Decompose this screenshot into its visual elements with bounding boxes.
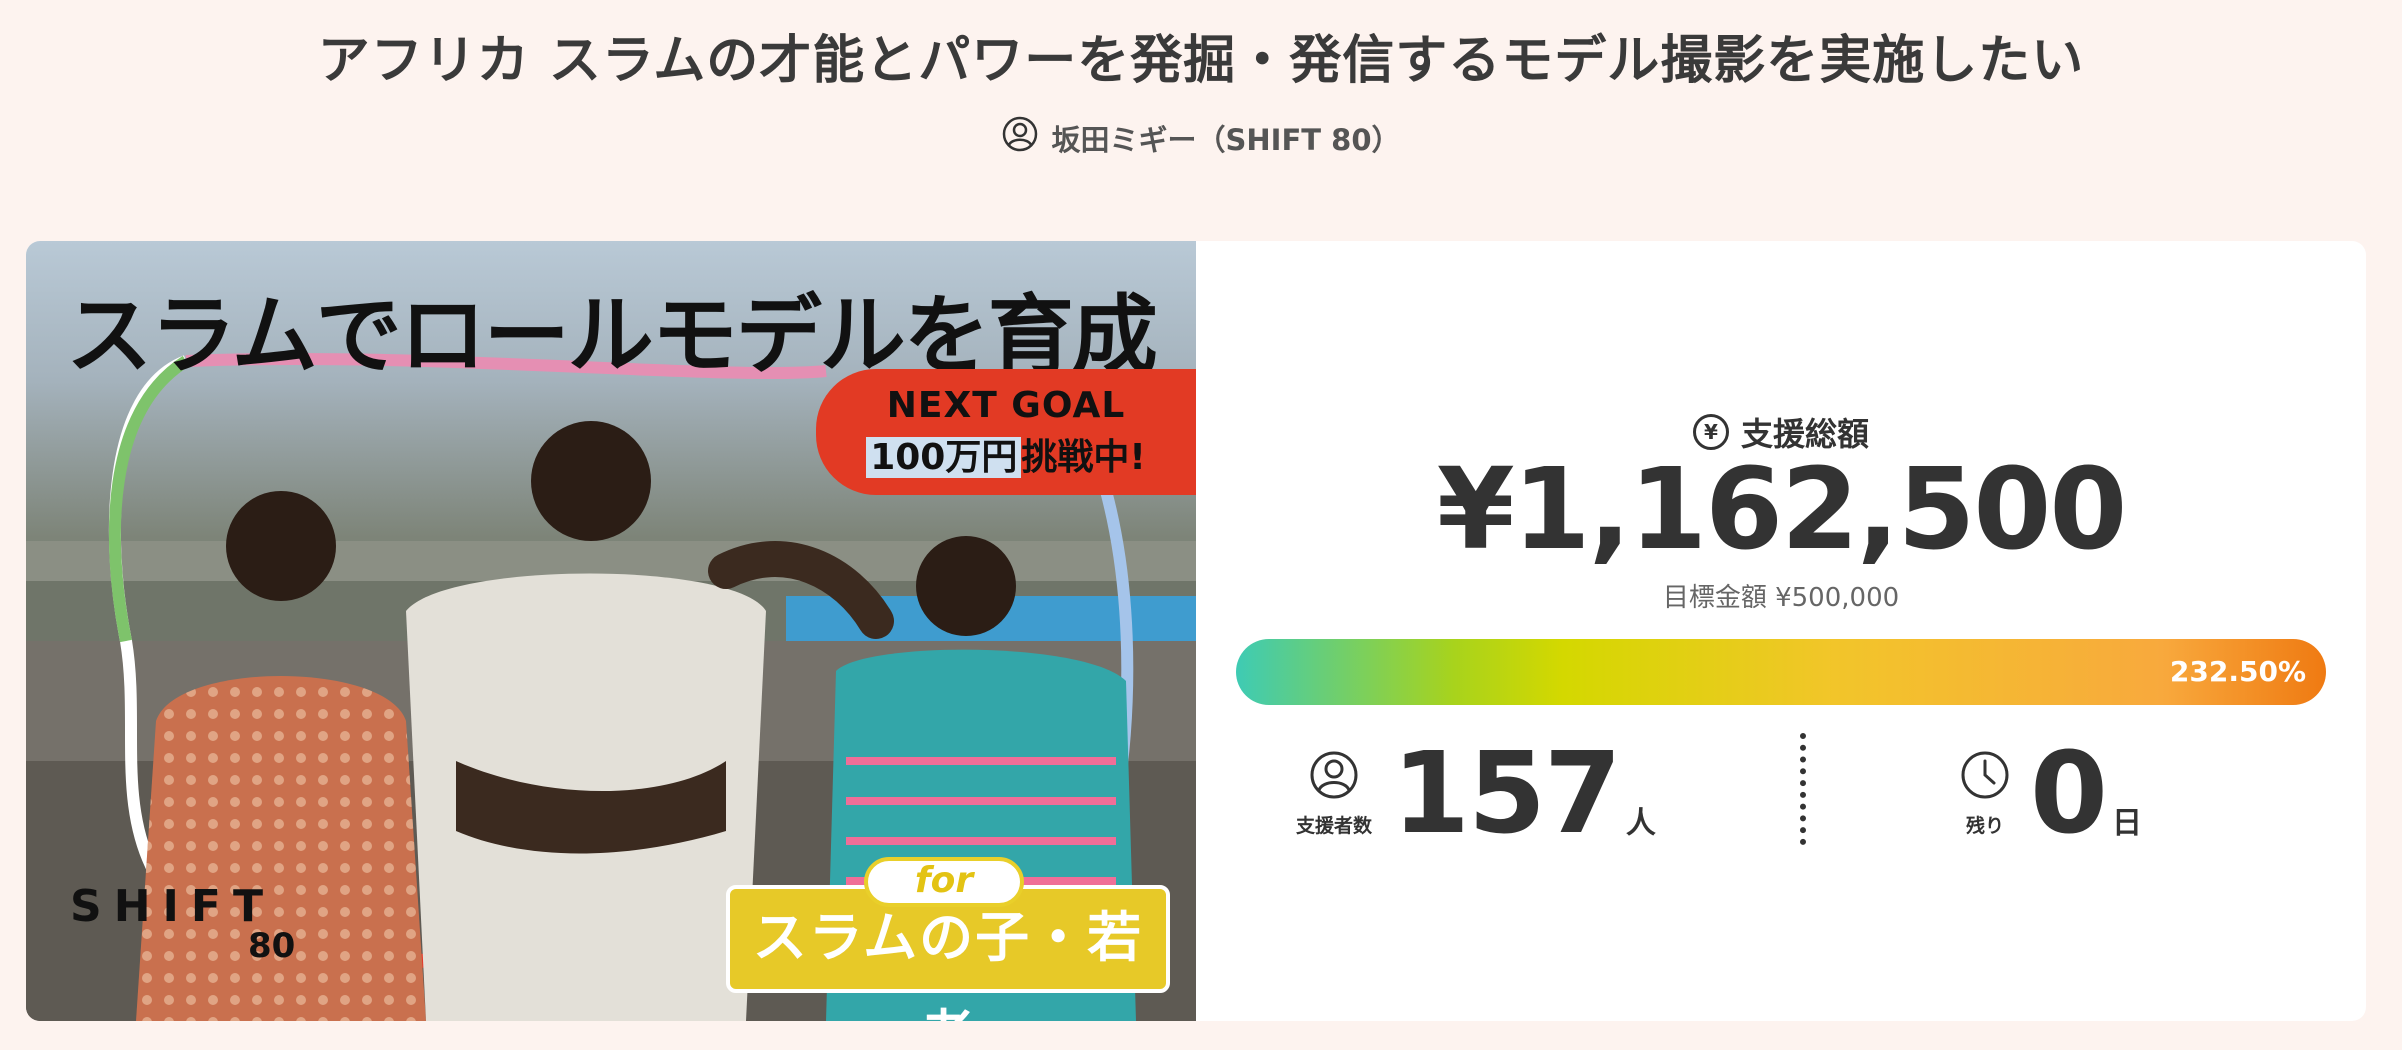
goal-line1: NEXT GOAL xyxy=(886,385,1126,426)
total-amount: ¥1,162,500 xyxy=(1436,445,2128,575)
project-card: スラムでロールモデルを育成 NEXT GOAL 100万円 挑戦中! SHIFT … xyxy=(26,241,2366,1021)
next-goal-badge: NEXT GOAL 100万円 挑戦中! xyxy=(816,369,1196,495)
goal-amount: 100万円 xyxy=(866,437,1022,478)
owner-name: 坂田ミギー（SHIFT 80） xyxy=(1051,122,1401,157)
user-icon xyxy=(1002,116,1038,159)
remaining-stat: 残り 0 日 xyxy=(1960,729,2142,859)
supporters-label: 支援者数 xyxy=(1296,815,1373,837)
stat-divider xyxy=(1800,733,1806,845)
goal-suffix: 挑戦中! xyxy=(1021,437,1146,478)
progress-bar: 232.50% xyxy=(1236,639,2326,705)
shift80-logo: SHIFT 80 xyxy=(70,881,295,966)
remaining-days: 0 xyxy=(2030,729,2108,859)
for-label: for xyxy=(864,857,1024,907)
supporters-count: 157 xyxy=(1392,729,1622,859)
logo-line1: SHIFT xyxy=(70,881,275,932)
user-icon xyxy=(1309,750,1359,805)
remaining-label: 残り xyxy=(1965,815,2004,837)
clock-icon xyxy=(1960,750,2010,805)
supporters-stat: 支援者数 157 人 xyxy=(1296,729,1656,859)
page-title: アフリカ スラムの才能とパワーを発掘・発信するモデル撮影を実施したい xyxy=(317,31,2085,91)
project-owner[interactable]: 坂田ミギー（SHIFT 80） xyxy=(0,116,2402,159)
target-amount: 目標金額 ¥500,000 xyxy=(1662,583,1900,613)
funding-stats: ¥ 支援総額 ¥1,162,500 目標金額 ¥500,000 232.50% … xyxy=(1196,241,2366,1021)
hero-image: スラムでロールモデルを育成 NEXT GOAL 100万円 挑戦中! SHIFT … xyxy=(26,241,1196,1021)
remaining-unit: 日 xyxy=(2111,806,2142,841)
supporters-unit: 人 xyxy=(1625,806,1656,841)
progress-percent: 232.50% xyxy=(2169,655,2306,688)
logo-line2: 80 xyxy=(248,926,296,966)
